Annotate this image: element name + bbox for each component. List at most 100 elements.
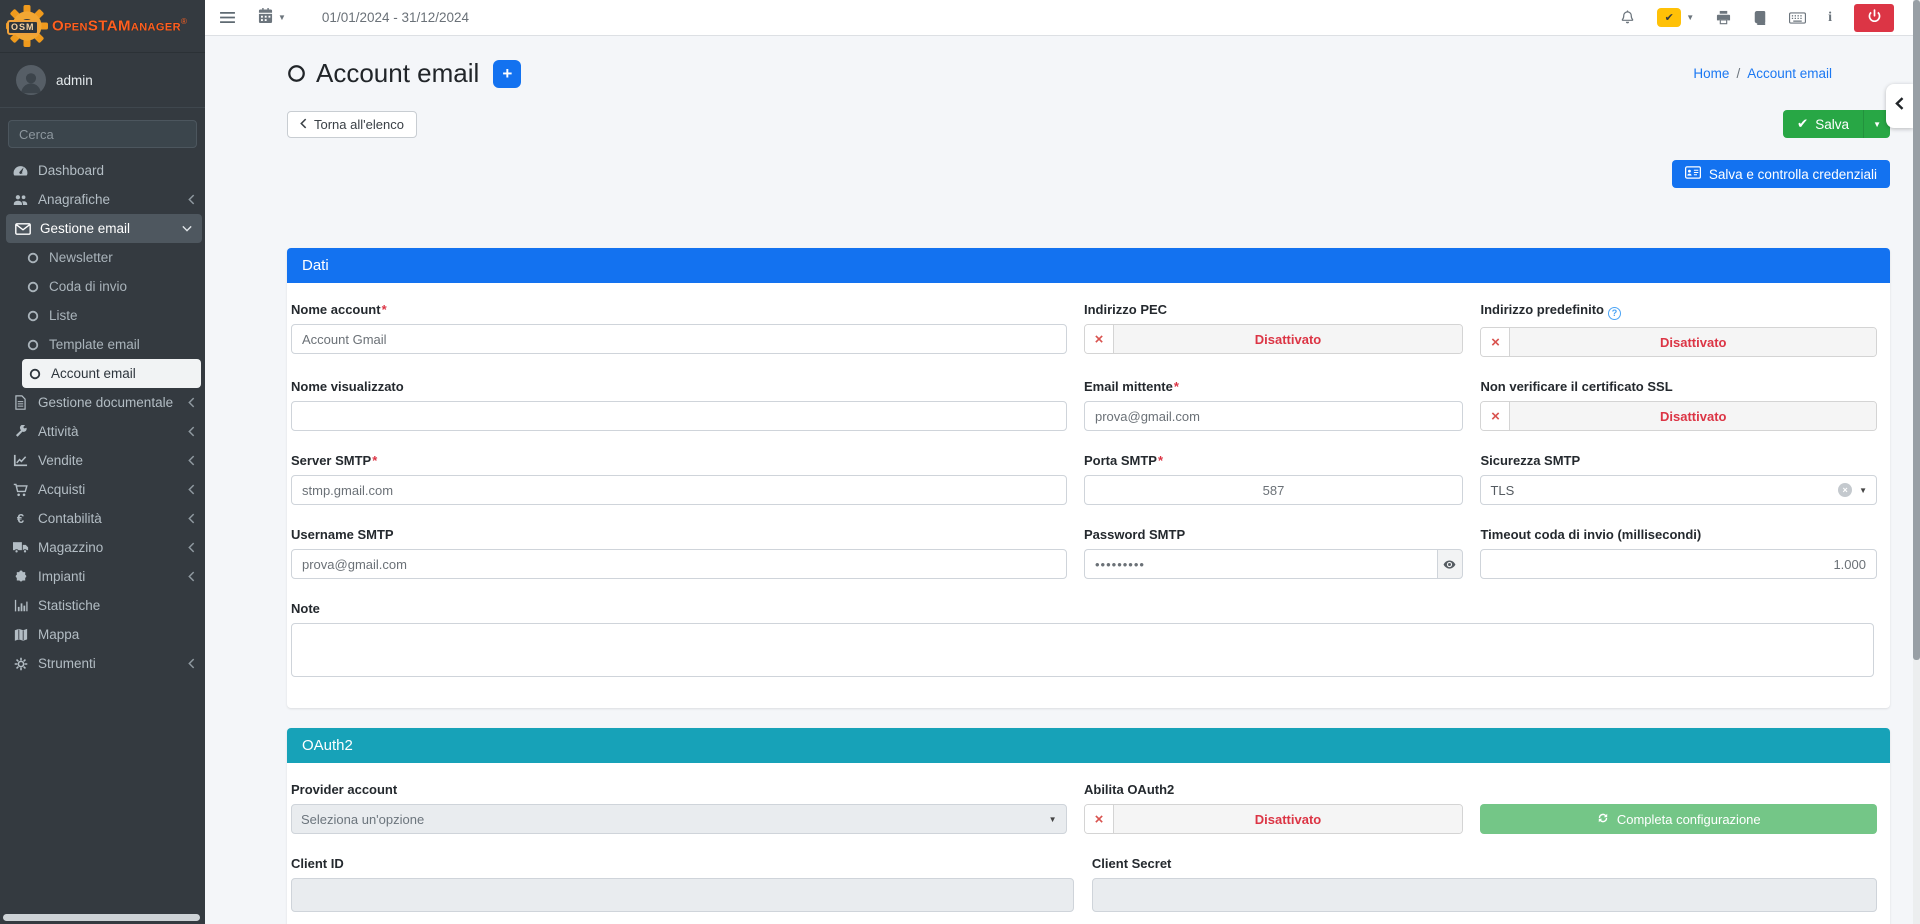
info-icon[interactable]: i [1828,10,1832,26]
back-to-list-button[interactable]: Torna all'elenco [287,111,417,138]
add-record-button[interactable]: + [493,60,521,88]
completa-configurazione-button[interactable]: Completa configurazione [1480,804,1877,834]
sidebar-item-gestione-email[interactable]: Gestione email [6,214,202,243]
check-icon: ✔ [1665,11,1674,24]
print-icon[interactable] [1716,10,1731,25]
nome-visualizzato-label: Nome visualizzato [291,379,1067,394]
sidebar-item-label: Contabilità [38,511,102,526]
chevron-left-icon [188,542,195,553]
server-smtp-input[interactable] [291,475,1067,505]
abilita-oauth2-toggle[interactable]: × Disattivato [1084,804,1463,834]
sidebar-item-label: Impianti [38,569,85,584]
status-check-dropdown[interactable]: ✔ ▼ [1657,8,1694,27]
server-smtp-label: Server SMTP [291,453,371,468]
abilita-oauth2-state: Disattivato [1114,805,1462,833]
nome-account-input[interactable] [291,324,1067,354]
save-and-check-credentials-button[interactable]: Salva e controlla credenziali [1672,160,1890,188]
password-smtp-input[interactable] [1084,549,1437,579]
client-secret-field: Client Secret [1092,856,1877,912]
sidebar-item-liste[interactable]: Liste [0,301,205,330]
oauth2-card: OAuth2 Provider account Seleziona un'opz… [287,728,1890,924]
sidebar-item-dashboard[interactable]: Dashboard [0,156,205,185]
clear-selection-icon[interactable]: × [1838,483,1852,497]
sidebar-item-newsletter[interactable]: Newsletter [0,243,205,272]
app-logo[interactable]: OSM OpenSTAManager® [0,0,205,53]
sidebar-item-account-email[interactable]: Account email [22,359,201,388]
oauth2-card-header: OAuth2 [287,728,1890,763]
chevron-left-icon [188,658,195,669]
sicurezza-smtp-value: TLS [1490,483,1838,498]
sicurezza-smtp-select[interactable]: TLS × ▼ [1480,475,1877,505]
power-icon [1867,9,1882,27]
sidebar-item-mappa[interactable]: Mappa [0,620,205,649]
line-chart-icon [12,453,29,468]
indirizzo-predefinito-toggle[interactable]: × Disattivato [1480,327,1877,357]
ssl-toggle[interactable]: × Disattivato [1480,401,1877,431]
provider-account-select[interactable]: Seleziona un'opzione ▼ [291,804,1067,834]
avatar [16,65,46,95]
sidebar-item-magazzino[interactable]: Magazzino [0,533,205,562]
breadcrumb-current-link[interactable]: Account email [1747,66,1832,81]
check-badge[interactable]: ✔ [1657,8,1681,27]
menu-toggle-icon[interactable] [219,11,236,24]
main-content: Account email + Home/Account email Torna… [205,36,1920,924]
sidebar-item-vendite[interactable]: Vendite [0,446,205,475]
sidebar-item-strumenti[interactable]: Strumenti [0,649,205,678]
truck-icon [12,541,29,554]
save-button[interactable]: ✔ Salva [1783,110,1863,138]
note-label: Note [291,601,1874,616]
wrench-icon [12,425,29,439]
collapse-panel-flap[interactable] [1886,84,1913,128]
page-scrollbar-track[interactable] [1913,0,1920,924]
nome-account-field: Nome account* [291,302,1067,357]
dati-card-body: Nome account* Indirizzo PEC × Disattivat… [287,283,1890,708]
breadcrumb-home-link[interactable]: Home [1693,66,1729,81]
abilita-oauth2-field: Abilita OAuth2 × Disattivato [1084,782,1463,834]
sidebar-item-gestione-documentale[interactable]: Gestione documentale [0,388,205,417]
show-password-button[interactable] [1437,549,1463,579]
sidebar-item-impianti[interactable]: Impianti [0,562,205,591]
nome-visualizzato-input[interactable] [291,401,1067,431]
porta-smtp-field: Porta SMTP* [1084,453,1463,505]
sidebar-item-label: Statistiche [38,598,100,613]
porta-smtp-input[interactable] [1084,475,1463,505]
sidebar-item-template-email[interactable]: Template email [0,330,205,359]
note-textarea[interactable] [291,623,1874,677]
username-smtp-input[interactable] [291,549,1067,579]
password-smtp-field: Password SMTP [1084,527,1463,579]
sidebar-item-acquisti[interactable]: Acquisti [0,475,205,504]
help-icon[interactable]: ? [1608,307,1621,320]
timeout-label: Timeout coda di invio (millisecondi) [1480,527,1877,542]
client-id-input [291,878,1074,912]
timeout-input[interactable] [1480,549,1877,579]
indirizzo-predefinito-state: Disattivato [1510,328,1876,356]
circle-icon [26,339,40,351]
search-input[interactable] [9,121,197,147]
caret-down-icon: ▼ [1686,13,1694,22]
logout-power-button[interactable] [1854,4,1894,32]
date-range[interactable]: 01/01/2024 - 31/12/2024 [322,10,469,25]
keyboard-icon[interactable] [1789,12,1806,24]
client-secret-input [1092,878,1877,912]
chevron-left-icon [188,194,195,205]
sidebar-item-contabilita[interactable]: € Contabilità [0,504,205,533]
bell-icon[interactable] [1620,10,1635,25]
note-field: Note [291,601,1874,682]
chevron-left-icon [1895,97,1904,115]
calendar-dropdown[interactable]: ▼ [258,8,286,28]
caret-down-icon: ▼ [1049,815,1057,824]
email-mittente-input[interactable] [1084,401,1463,431]
docs-book-icon[interactable] [1753,11,1767,25]
sidebar-item-coda-di-invio[interactable]: Coda di invio [0,272,205,301]
sidebar-horizontal-scrollbar[interactable] [3,914,200,921]
page-scrollbar-thumb[interactable] [1913,0,1920,660]
cart-icon [12,483,29,497]
caret-down-icon: ▼ [1873,120,1881,129]
indirizzo-pec-toggle[interactable]: × Disattivato [1084,324,1463,354]
client-secret-label: Client Secret [1092,856,1877,871]
euro-icon: € [12,511,29,526]
sidebar-item-attivita[interactable]: Attività [0,417,205,446]
sidebar-item-anagrafiche[interactable]: Anagrafiche [0,185,205,214]
sidebar-item-statistiche[interactable]: Statistiche [0,591,205,620]
circle-icon [28,368,42,380]
